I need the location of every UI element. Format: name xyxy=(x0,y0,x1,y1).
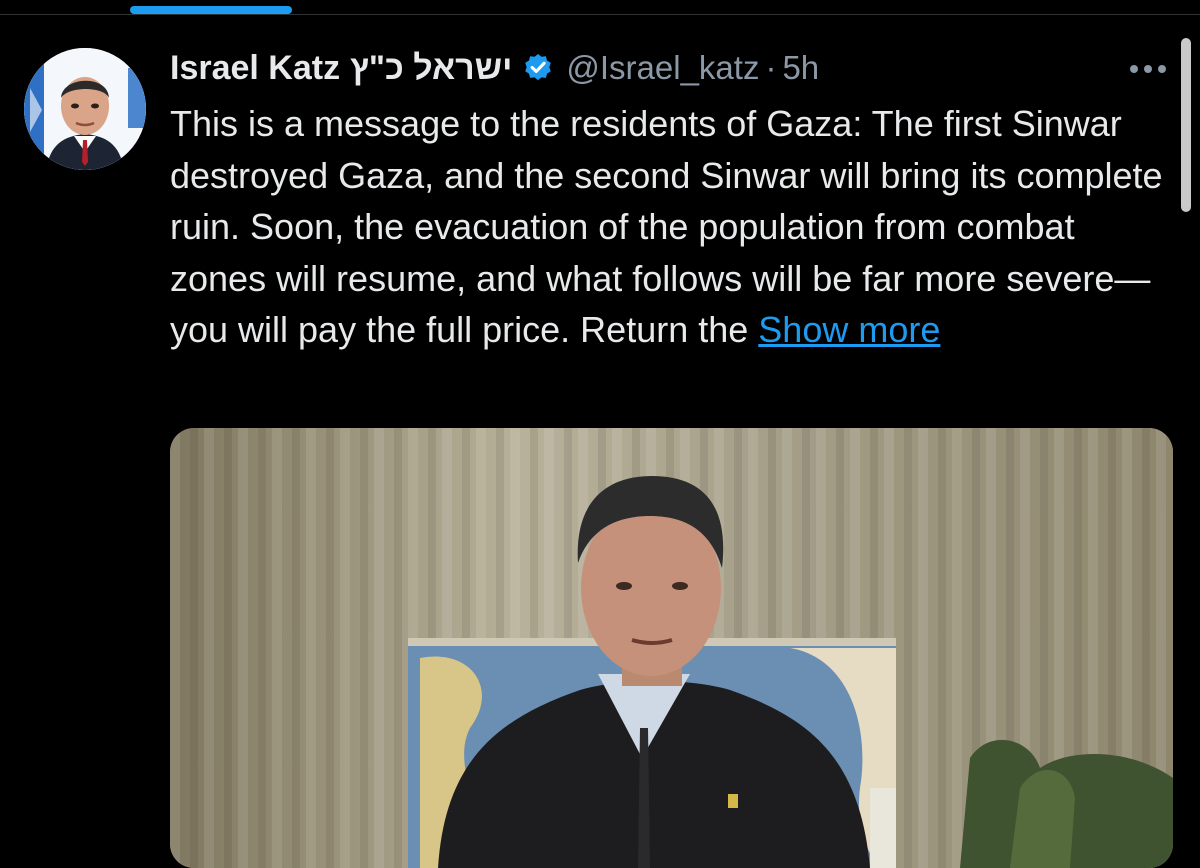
show-more-link[interactable]: Show more xyxy=(758,309,940,350)
tweet-video-media[interactable] xyxy=(170,428,1173,868)
more-options-button[interactable] xyxy=(1126,54,1170,84)
avatar-portrait-image xyxy=(24,48,146,170)
video-thumbnail-image xyxy=(170,428,1173,868)
avatar[interactable] xyxy=(24,48,146,170)
timestamp[interactable]: 5h xyxy=(782,49,819,87)
hebrew-display-name[interactable]: ישראל כ"ץ xyxy=(350,49,512,88)
user-handle[interactable]: @Israel_katz xyxy=(566,49,759,87)
active-tab-indicator xyxy=(130,6,292,14)
more-horizontal-icon xyxy=(1130,65,1166,73)
header-separator: · xyxy=(765,49,777,86)
tweet-text: This is a message to the residents of Ga… xyxy=(170,98,1170,356)
top-divider xyxy=(0,14,1200,15)
tweet-header: Israel Katz ישראל כ"ץ @Israel_katz · 5h xyxy=(170,44,819,92)
tweet-body-text: This is a message to the residents of Ga… xyxy=(170,103,1163,350)
display-name[interactable]: Israel Katz xyxy=(170,49,340,88)
verified-badge-icon xyxy=(522,52,554,84)
scrollbar-thumb[interactable] xyxy=(1181,38,1191,212)
